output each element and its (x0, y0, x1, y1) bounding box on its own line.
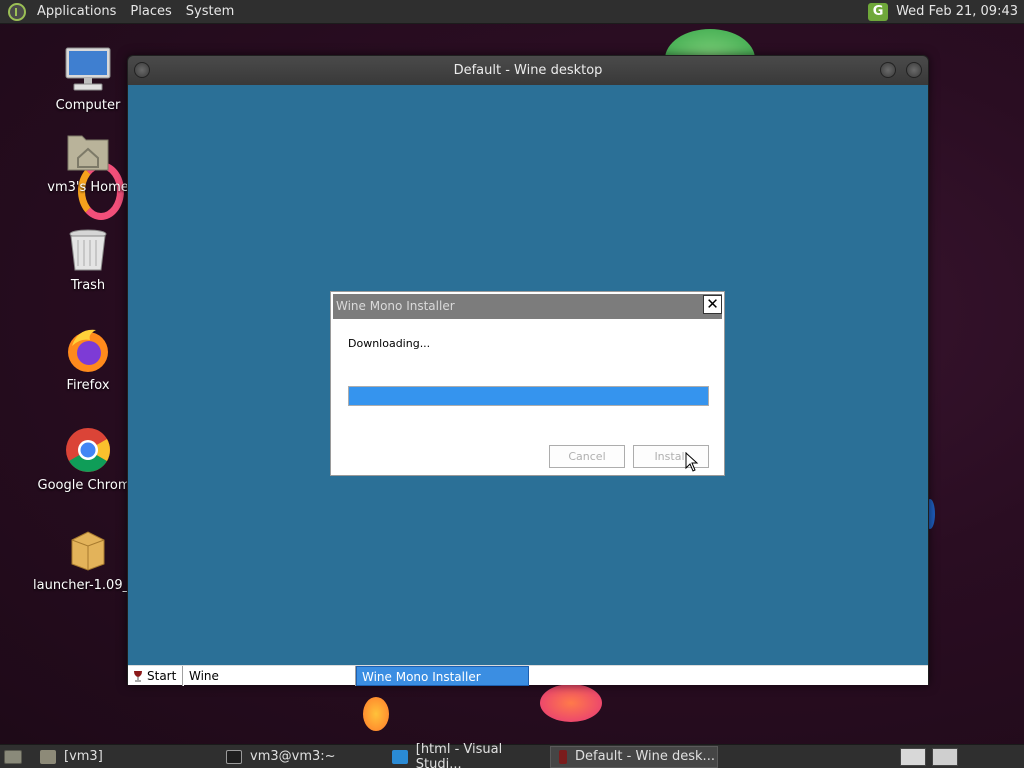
taskbar-item-vscode[interactable]: [html - Visual Studi... (384, 742, 550, 768)
start-label: Start (147, 669, 177, 683)
wine-tray-icon[interactable] (932, 747, 958, 766)
menu-applications[interactable]: Applications (30, 0, 123, 24)
wallpaper-shape (540, 684, 602, 722)
taskbar-item-label: vm3@vm3:~ (250, 749, 336, 764)
firefox-icon (64, 326, 112, 374)
update-tray-icon[interactable]: G (868, 2, 889, 21)
mouse-cursor-icon (685, 452, 699, 472)
taskbar-item-terminal[interactable]: vm3@vm3:~ (218, 746, 384, 768)
computer-icon (64, 46, 112, 94)
trash-icon (64, 226, 112, 274)
dialog-title: Wine Mono Installer (336, 299, 455, 313)
clock[interactable]: Wed Feb 21, 09:43 (896, 4, 1024, 19)
top-panel: Applications Places System G Wed Feb 21,… (0, 0, 1024, 24)
taskbar-item-label: [vm3] (64, 749, 103, 764)
window-titlebar[interactable]: Default - Wine desktop (128, 56, 928, 85)
terminal-icon (226, 749, 242, 764)
home-folder-icon (64, 128, 112, 176)
taskbar-item-label: [html - Visual Studi... (415, 741, 503, 768)
vscode-icon (392, 749, 408, 764)
window-menu-button[interactable] (134, 62, 150, 78)
minimize-button[interactable] (880, 62, 896, 78)
wine-glass-icon (134, 671, 142, 682)
show-desktop-icon[interactable] (4, 749, 22, 764)
menu-system[interactable]: System (179, 0, 241, 24)
progress-fill (349, 387, 708, 405)
download-status-text: Downloading... (348, 337, 431, 350)
taskbar-item-file-manager[interactable]: [vm3] (32, 746, 192, 768)
menu-places[interactable]: Places (123, 0, 178, 24)
taskbar-button-wine[interactable]: Wine (183, 666, 356, 686)
main-menu: Applications Places System (30, 0, 241, 24)
taskbar-item-label: Default - Wine desk... (575, 749, 715, 764)
wine-mono-installer-dialog: Wine Mono Installer ✕ Downloading... Can… (330, 291, 725, 476)
chrome-icon (64, 426, 112, 474)
wallpaper-shape (363, 697, 389, 731)
top-panel-tray: G Wed Feb 21, 09:43 (868, 0, 1024, 24)
dialog-titlebar[interactable]: Wine Mono Installer (333, 294, 722, 319)
wine-glass-icon (559, 749, 567, 764)
taskbar-item-wine-desktop[interactable]: Default - Wine desk... (550, 745, 718, 768)
taskbar-button-wine-mono-installer[interactable]: Wine Mono Installer (356, 666, 529, 686)
cancel-button[interactable]: Cancel (549, 445, 625, 468)
workspace-switcher-icon[interactable] (900, 747, 926, 766)
folder-icon (40, 749, 56, 764)
distro-logo-icon[interactable] (8, 2, 26, 21)
package-icon (64, 526, 112, 574)
wine-start-button[interactable]: Start (128, 666, 183, 686)
dialog-close-button[interactable]: ✕ (703, 295, 722, 314)
download-progress-bar (348, 386, 709, 406)
window-title: Default - Wine desktop (453, 63, 603, 78)
bottom-panel: [vm3] vm3@vm3:~ [html - Visual Studi... … (0, 742, 1024, 768)
close-button[interactable] (906, 62, 922, 78)
wine-taskbar: Start Wine Wine Mono Installer (128, 665, 928, 686)
tray-area (900, 747, 958, 766)
